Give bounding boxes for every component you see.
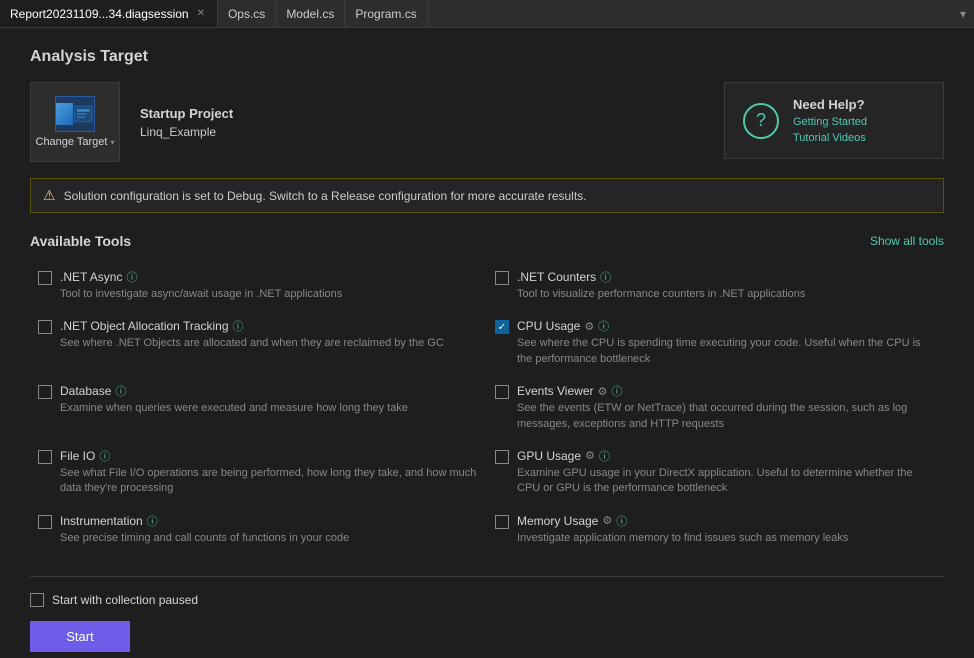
- tool-info-icon-cpu-usage[interactable]: ⓘ: [598, 318, 609, 334]
- tab-label: Report20231109...34.diagsession: [10, 7, 189, 21]
- tool-name-dotnet-counters: .NET Counters: [517, 270, 596, 284]
- show-all-tools-link[interactable]: Show all tools: [870, 234, 944, 248]
- tool-info-icon-dotnet-counters[interactable]: ⓘ: [600, 269, 611, 285]
- project-icon: [55, 96, 95, 132]
- tool-checkbox-dotnet-counters[interactable]: [495, 271, 509, 285]
- tool-name-dotnet-alloc: .NET Object Allocation Tracking: [60, 319, 229, 333]
- tool-desc-gpu-usage: Examine GPU usage in your DirectX applic…: [517, 466, 936, 497]
- tool-item-instrumentation: Instrumentation ⓘ See precise timing and c…: [30, 507, 487, 556]
- tool-name-instrumentation: Instrumentation: [60, 514, 143, 528]
- tab-bar: Report20231109...34.diagsession ✕ Ops.cs…: [0, 0, 974, 28]
- tool-gear-icon-cpu-usage[interactable]: ⚙: [584, 320, 594, 333]
- tool-checkbox-cpu-usage[interactable]: [495, 320, 509, 334]
- tool-gear-icon-gpu-usage[interactable]: ⚙: [585, 449, 595, 462]
- tab-overflow-button[interactable]: ▾: [952, 7, 974, 21]
- tool-checkbox-events-viewer[interactable]: [495, 385, 509, 399]
- help-icon: ?: [743, 103, 779, 139]
- startup-project-label: Startup Project: [140, 106, 233, 121]
- tool-name-events-viewer: Events Viewer: [517, 384, 593, 398]
- tool-checkbox-dotnet-async[interactable]: [38, 271, 52, 285]
- tab-close-icon[interactable]: ✕: [195, 7, 207, 20]
- target-area: Change Target ▾ Startup Project Linq_Exa…: [30, 82, 944, 162]
- tab-label: Model.cs: [286, 7, 334, 21]
- tool-item-events-viewer: Events Viewer ⚙ ⓘ See the events (ETW or Ne…: [487, 377, 944, 442]
- tool-item-dotnet-async: .NET Async ⓘ Tool to investigate async/awa…: [30, 263, 487, 312]
- tab-ops[interactable]: Ops.cs: [218, 0, 276, 27]
- tool-desc-database: Examine when queries were executed and m…: [60, 401, 479, 416]
- tab-program[interactable]: Program.cs: [345, 0, 427, 27]
- tool-info-icon-file-io[interactable]: ⓘ: [99, 448, 110, 464]
- tool-name-memory-usage: Memory Usage: [517, 514, 598, 528]
- tool-gear-icon-memory-usage[interactable]: ⚙: [602, 514, 612, 527]
- tool-item-database: Database ⓘ Examine when queries were execu…: [30, 377, 487, 442]
- warning-icon: ⚠: [43, 187, 56, 204]
- tool-item-gpu-usage: GPU Usage ⚙ ⓘ Examine GPU usage in your Dir…: [487, 442, 944, 507]
- tab-model[interactable]: Model.cs: [276, 0, 345, 27]
- tutorial-videos-link[interactable]: Tutorial Videos: [793, 132, 867, 144]
- tools-header: Available Tools Show all tools: [30, 233, 944, 249]
- help-box: ? Need Help? Getting Started Tutorial Vi…: [724, 82, 944, 159]
- tool-desc-dotnet-async: Tool to investigate async/await usage in…: [60, 287, 479, 302]
- tool-name-dotnet-async: .NET Async: [60, 270, 122, 284]
- warning-bar: ⚠ Solution configuration is set to Debug…: [30, 178, 944, 213]
- tool-gear-icon-events-viewer[interactable]: ⚙: [597, 385, 607, 398]
- tool-item-file-io: File IO ⓘ See what File I/O operations are…: [30, 442, 487, 507]
- tool-checkbox-dotnet-alloc[interactable]: [38, 320, 52, 334]
- tab-label: Ops.cs: [228, 7, 265, 21]
- startup-project-value: Linq_Example: [140, 125, 233, 139]
- tool-desc-dotnet-alloc: See where .NET Objects are allocated and…: [60, 336, 479, 351]
- tool-checkbox-gpu-usage[interactable]: [495, 450, 509, 464]
- change-target-label: Change Target ▾: [36, 136, 115, 148]
- tool-name-gpu-usage: GPU Usage: [517, 449, 581, 463]
- tool-desc-dotnet-counters: Tool to visualize performance counters i…: [517, 287, 936, 302]
- collection-paused-label: Start with collection paused: [52, 593, 198, 607]
- tool-item-cpu-usage: CPU Usage ⚙ ⓘ See where the CPU is spending…: [487, 312, 944, 377]
- start-button[interactable]: Start: [30, 621, 130, 652]
- tool-desc-file-io: See what File I/O operations are being p…: [60, 466, 479, 497]
- tool-name-cpu-usage: CPU Usage: [517, 319, 580, 333]
- tab-diagsession[interactable]: Report20231109...34.diagsession ✕: [0, 0, 218, 27]
- tool-checkbox-instrumentation[interactable]: [38, 515, 52, 529]
- tool-info-icon-dotnet-alloc[interactable]: ⓘ: [233, 318, 244, 334]
- collection-paused-checkbox[interactable]: [30, 593, 44, 607]
- tool-item-dotnet-counters: .NET Counters ⓘ Tool to visualize performa…: [487, 263, 944, 312]
- change-target-button[interactable]: Change Target ▾: [30, 82, 120, 162]
- tool-desc-memory-usage: Investigate application memory to find i…: [517, 531, 936, 546]
- tool-checkbox-database[interactable]: [38, 385, 52, 399]
- tool-name-database: Database: [60, 384, 111, 398]
- startup-info: Startup Project Linq_Example: [140, 106, 233, 139]
- tool-item-memory-usage: Memory Usage ⚙ ⓘ Investigate application me…: [487, 507, 944, 556]
- collection-row: Start with collection paused: [30, 593, 944, 607]
- tools-grid: .NET Async ⓘ Tool to investigate async/awa…: [30, 263, 944, 556]
- tool-desc-events-viewer: See the events (ETW or NetTrace) that oc…: [517, 401, 936, 432]
- tool-desc-cpu-usage: See where the CPU is spending time execu…: [517, 336, 936, 367]
- tool-name-file-io: File IO: [60, 449, 95, 463]
- help-title: Need Help?: [793, 97, 867, 112]
- main-content: Analysis Target Change Target ▾: [0, 28, 974, 658]
- tab-label: Program.cs: [355, 7, 416, 21]
- tool-checkbox-file-io[interactable]: [38, 450, 52, 464]
- tool-info-icon-instrumentation[interactable]: ⓘ: [147, 513, 158, 529]
- tool-info-icon-events-viewer[interactable]: ⓘ: [611, 383, 622, 399]
- tool-info-icon-gpu-usage[interactable]: ⓘ: [599, 448, 610, 464]
- tool-info-icon-memory-usage[interactable]: ⓘ: [616, 513, 627, 529]
- analysis-target-title: Analysis Target: [30, 48, 944, 66]
- available-tools-title: Available Tools: [30, 233, 131, 249]
- target-left: Change Target ▾ Startup Project Linq_Exa…: [30, 82, 233, 162]
- getting-started-link[interactable]: Getting Started: [793, 116, 867, 128]
- tool-info-icon-database[interactable]: ⓘ: [115, 383, 126, 399]
- bottom-section: Start with collection paused Start: [30, 576, 944, 652]
- help-text: Need Help? Getting Started Tutorial Vide…: [793, 97, 867, 144]
- tool-desc-instrumentation: See precise timing and call counts of fu…: [60, 531, 479, 546]
- tool-item-dotnet-alloc: .NET Object Allocation Tracking ⓘ See wher…: [30, 312, 487, 377]
- dropdown-arrow-icon: ▾: [110, 138, 114, 147]
- warning-text: Solution configuration is set to Debug. …: [64, 189, 587, 203]
- tool-info-icon-dotnet-async[interactable]: ⓘ: [126, 269, 137, 285]
- tool-checkbox-memory-usage[interactable]: [495, 515, 509, 529]
